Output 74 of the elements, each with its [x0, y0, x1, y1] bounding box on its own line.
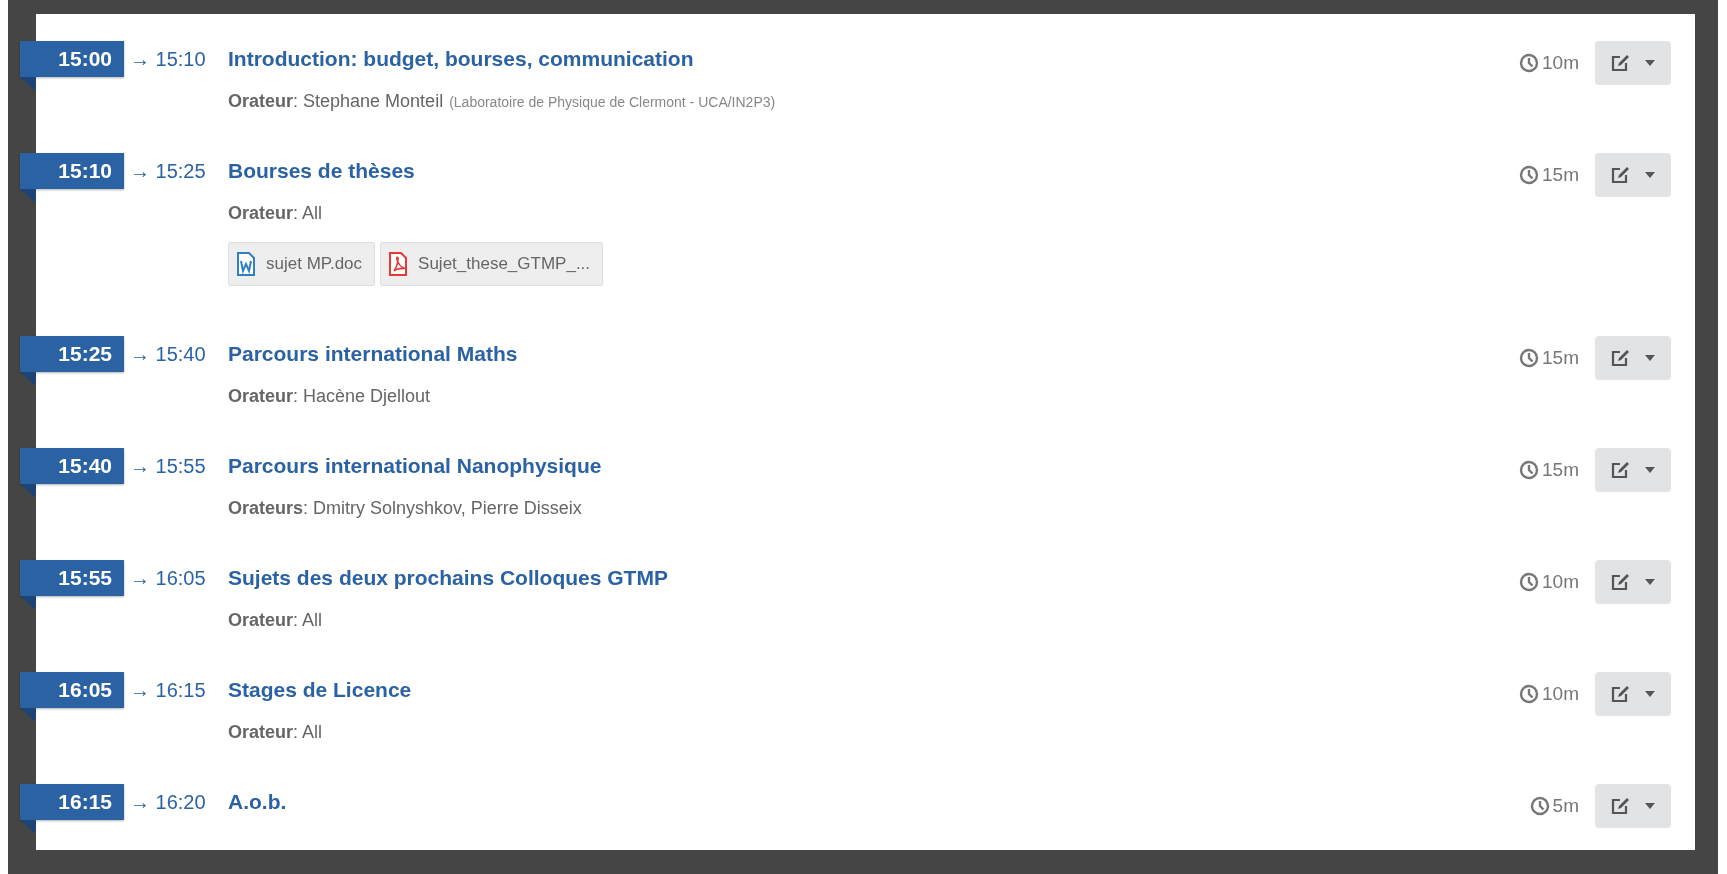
edit-menu-button[interactable]: [1595, 41, 1671, 85]
edit-menu-button[interactable]: [1595, 784, 1671, 828]
edit-icon: [1611, 54, 1631, 72]
start-time-badge: 16:05: [20, 672, 124, 708]
edit-icon: [1611, 685, 1631, 703]
ribbon-fold: [20, 820, 36, 834]
clock-icon: [1529, 796, 1550, 816]
talk-title-link[interactable]: Sujets des deux prochains Colloques GTMP: [228, 564, 668, 592]
speaker-text: Orateur: All: [228, 203, 323, 224]
edit-icon: [1611, 166, 1631, 184]
ribbon-fold: [20, 189, 36, 203]
duration-text: 5m: [1552, 795, 1579, 817]
ribbon-fold: [20, 372, 36, 386]
caret-icon: [1645, 467, 1655, 473]
end-time: → 16:05: [129, 566, 207, 591]
start-time-badge: 15:00: [20, 41, 124, 77]
duration-text: 15m: [1542, 347, 1579, 369]
ribbon-fold: [20, 77, 36, 91]
end-time: → 15:10: [129, 47, 207, 72]
clock-icon: [1519, 684, 1540, 704]
caret-icon: [1645, 691, 1655, 697]
edit-menu-button[interactable]: [1595, 560, 1671, 604]
caret-icon: [1645, 355, 1655, 361]
edit-icon: [1611, 573, 1631, 591]
start-time-badge: 15:10: [20, 153, 124, 189]
talk-title-link[interactable]: Introduction: budget, bourses, communication: [228, 45, 694, 73]
speaker-text: Orateur: Stephane Monteil: [228, 91, 444, 112]
ribbon-fold: [20, 708, 36, 722]
end-time: → 15:55: [129, 454, 207, 479]
speaker-text: Orateur: All: [228, 610, 323, 631]
caret-icon: [1645, 172, 1655, 178]
edit-menu-button[interactable]: [1595, 153, 1671, 197]
edit-icon: [1611, 461, 1631, 479]
end-time: → 15:25: [129, 159, 207, 184]
end-time: → 15:40: [129, 342, 207, 367]
clock-icon: [1519, 572, 1540, 592]
talk-title-link[interactable]: A.o.b.: [228, 788, 287, 816]
ribbon-fold: [20, 484, 36, 498]
edit-menu-button[interactable]: [1595, 448, 1671, 492]
edit-icon: [1611, 797, 1631, 815]
affiliation-text: (Laboratoire de Physique de Clermont - UCA/IN2P3): [449, 94, 776, 110]
duration-text: 15m: [1542, 459, 1579, 481]
end-time: → 16:20: [129, 790, 207, 815]
attachment-button[interactable]: sujet MP.doc: [228, 242, 376, 286]
start-time-badge: 16:15: [20, 784, 124, 820]
speaker-text: Orateur: All: [228, 722, 323, 743]
caret-icon: [1645, 803, 1655, 809]
duration-text: 10m: [1542, 52, 1579, 74]
duration-text: 15m: [1542, 164, 1579, 186]
caret-icon: [1645, 579, 1655, 585]
clock-icon: [1519, 165, 1540, 185]
talk-title-link[interactable]: Parcours international Nanophysique: [228, 452, 602, 480]
attachment-button[interactable]: Sujet_these_GTMP_...: [380, 242, 604, 286]
pdf-file-icon: [388, 252, 409, 276]
edit-icon: [1611, 349, 1631, 367]
clock-icon: [1519, 460, 1540, 480]
clock-icon: [1519, 348, 1540, 368]
duration-text: 10m: [1542, 683, 1579, 705]
start-time-badge: 15:25: [20, 336, 124, 372]
talk-title-link[interactable]: Bourses de thèses: [228, 157, 415, 185]
ribbon-fold: [20, 596, 36, 610]
end-time: → 16:15: [129, 678, 207, 703]
word-file-icon: [236, 252, 256, 276]
duration-text: 10m: [1542, 571, 1579, 593]
edit-menu-button[interactable]: [1595, 336, 1671, 380]
speaker-text: Orateur: Hacène Djellout: [228, 386, 431, 407]
clock-icon: [1519, 53, 1540, 73]
speaker-text: Orateurs: Dmitry Solnyshkov, Pierre Disseix: [228, 498, 582, 519]
talk-title-link[interactable]: Parcours international Maths: [228, 340, 518, 368]
talk-title-link[interactable]: Stages de Licence: [228, 676, 412, 704]
start-time-badge: 15:40: [20, 448, 124, 484]
caret-icon: [1645, 60, 1655, 66]
edit-menu-button[interactable]: [1595, 672, 1671, 716]
start-time-badge: 15:55: [20, 560, 124, 596]
